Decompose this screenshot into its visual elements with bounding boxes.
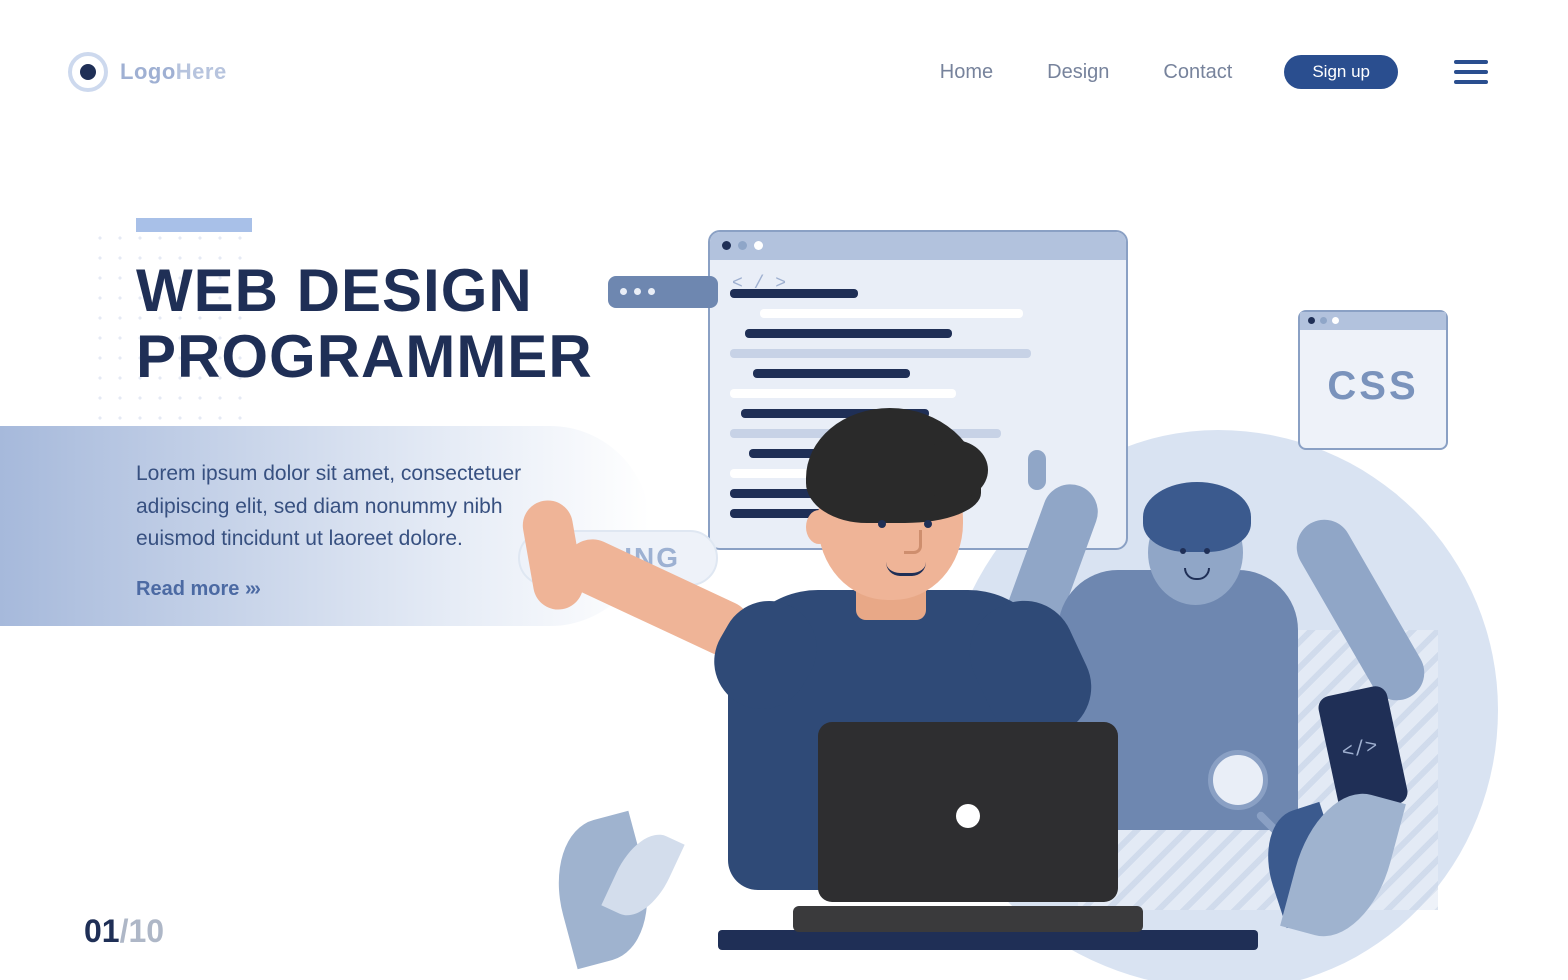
nav-contact[interactable]: Contact xyxy=(1163,61,1232,84)
hero-paragraph: Lorem ipsum dolor sit amet, consectetuer… xyxy=(136,458,560,556)
logo-word-1: Logo xyxy=(120,59,176,84)
laptop xyxy=(818,722,1118,932)
magnifier-icon xyxy=(1208,750,1268,810)
logo-text: LogoHere xyxy=(120,59,227,85)
logo-ring-icon xyxy=(68,52,108,92)
code-glyph-icon: < / > xyxy=(732,274,786,294)
header: LogoHere Home Design Contact Sign up xyxy=(0,48,1568,96)
landing-page: LogoHere Home Design Contact Sign up WEB… xyxy=(0,0,1568,980)
laptop-logo-icon xyxy=(956,804,980,828)
nav-home[interactable]: Home xyxy=(940,61,993,84)
logo[interactable]: LogoHere xyxy=(68,52,227,92)
nav-design[interactable]: Design xyxy=(1047,61,1109,84)
accent-bar xyxy=(136,218,252,232)
desk xyxy=(718,930,1258,950)
pager-current: 01 xyxy=(84,913,120,949)
top-nav: Home Design Contact xyxy=(940,61,1233,84)
chevron-right-icon: ››› xyxy=(245,578,259,600)
hero-illustration: < / > CSS CODING xyxy=(498,190,1378,950)
css-label: CSS xyxy=(1300,364,1446,409)
signup-button[interactable]: Sign up xyxy=(1284,55,1398,89)
page-indicator: 01/10 xyxy=(84,913,164,950)
floating-tag xyxy=(608,276,718,308)
read-more-label: Read more xyxy=(136,578,239,600)
hamburger-icon[interactable] xyxy=(1454,54,1488,90)
read-more-link[interactable]: Read more ››› xyxy=(136,578,560,601)
hero-title-line1: WEB DESIGN xyxy=(136,257,533,324)
logo-word-2: Here xyxy=(176,59,227,84)
pager-total: 10 xyxy=(128,913,164,949)
